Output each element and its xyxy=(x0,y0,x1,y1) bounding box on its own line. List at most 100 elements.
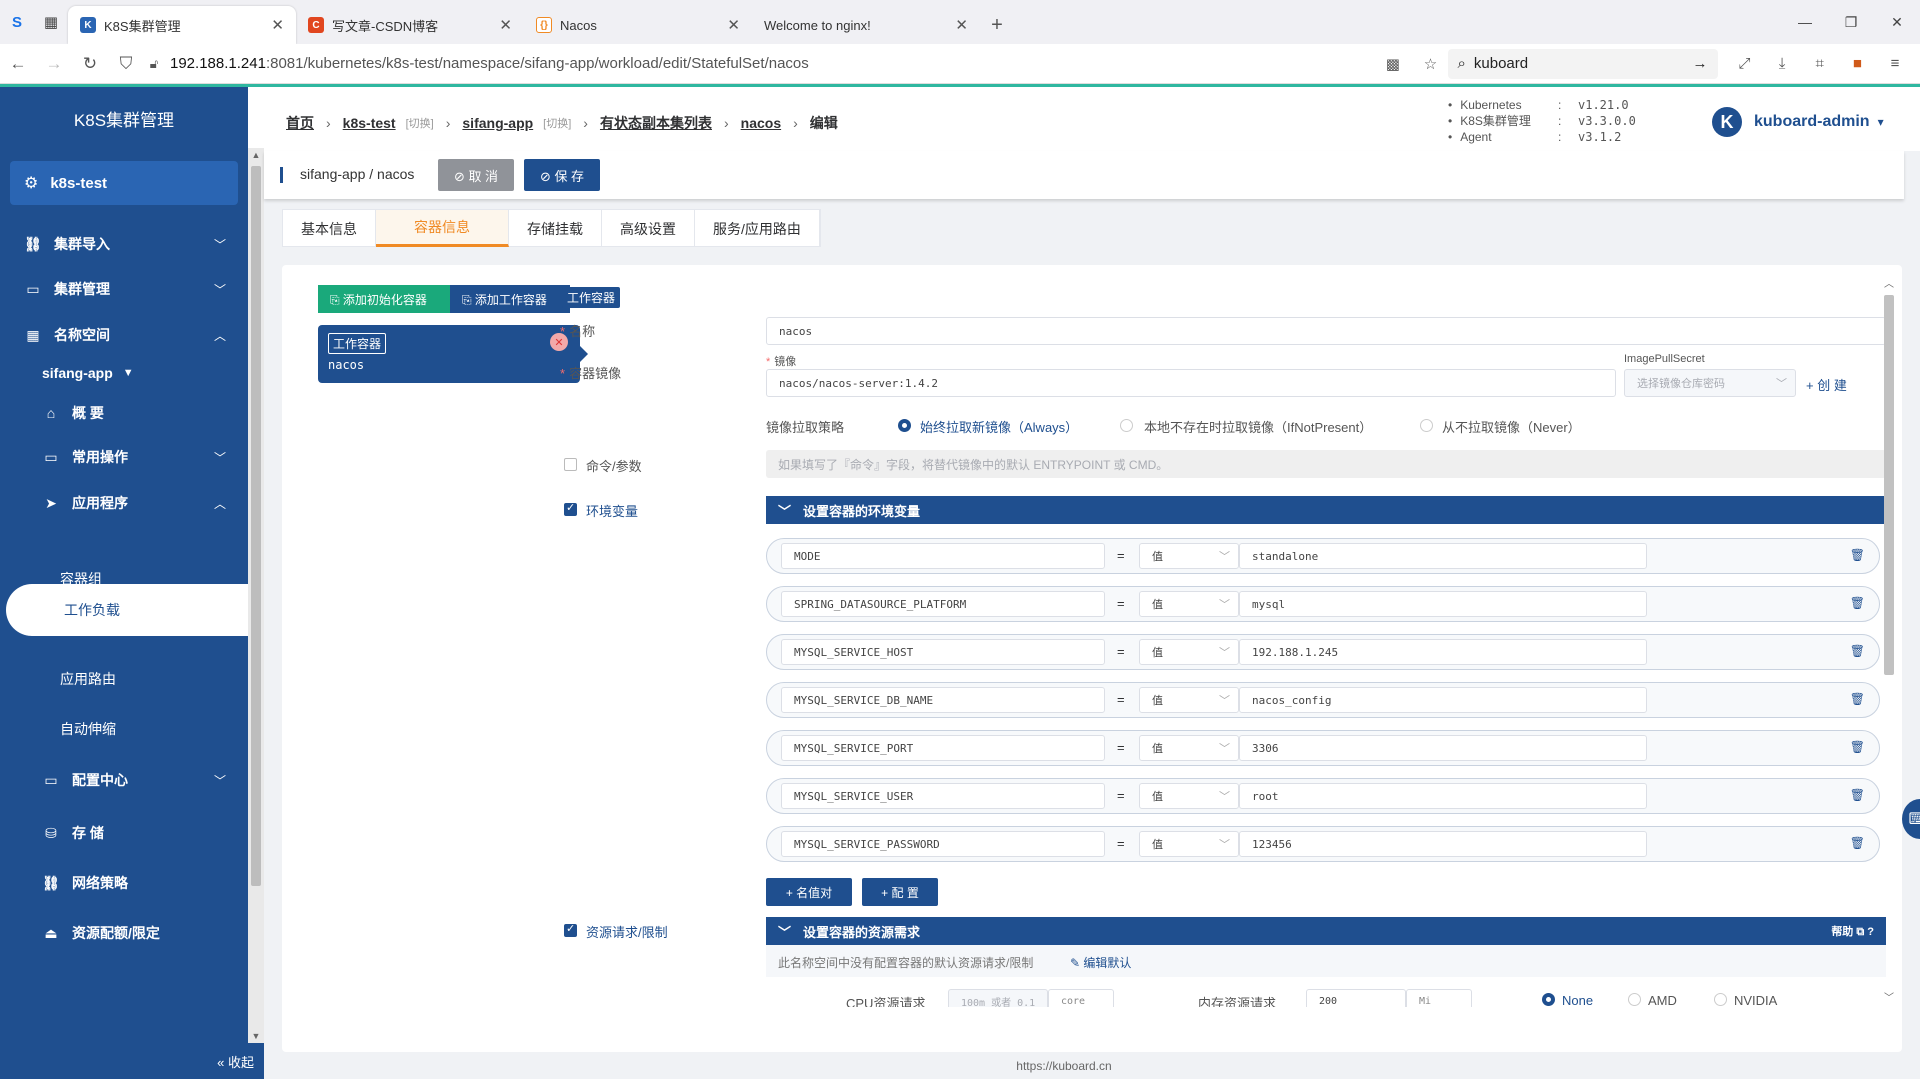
add-kv-button[interactable]: + 名值对 xyxy=(766,878,852,906)
crumb-cluster[interactable]: k8s-test xyxy=(343,115,396,131)
switch-cluster-link[interactable]: [切换] xyxy=(406,115,434,131)
env-key-input[interactable]: MYSQL_SERVICE_USER xyxy=(781,783,1105,809)
gpu-nvidia-radio[interactable] xyxy=(1714,993,1727,1006)
go-arrow-icon[interactable]: → xyxy=(1693,55,1708,72)
browser-tab-nginx[interactable]: Welcome to nginx! ✕ xyxy=(752,6,980,44)
env-value-input[interactable]: 192.188.1.245 xyxy=(1239,639,1647,665)
scroll-thumb[interactable] xyxy=(251,166,261,886)
expand-icon[interactable]: ⤢ xyxy=(1728,55,1762,72)
command-checkbox[interactable] xyxy=(564,458,577,471)
tab-containers[interactable]: 容器信息 xyxy=(376,210,509,247)
namespace-select[interactable]: sifang-app ▼ xyxy=(0,353,248,393)
sidebar-scrollbar[interactable]: ▲ ▼ xyxy=(248,148,264,1043)
sidebar-item-workload[interactable]: 工作负载 xyxy=(6,584,250,636)
env-value-input[interactable]: 123456 xyxy=(1239,831,1647,857)
env-type-select[interactable]: 值 ﹀ xyxy=(1139,639,1239,665)
close-tab-icon[interactable]: ✕ xyxy=(727,16,740,34)
scroll-thumb[interactable] xyxy=(1884,295,1894,675)
trash-icon[interactable]: 🗑︎ xyxy=(1850,692,1865,706)
trash-icon[interactable]: 🗑︎ xyxy=(1850,740,1865,754)
env-key-input[interactable]: MYSQL_SERVICE_PORT xyxy=(781,735,1105,761)
back-icon[interactable]: ← xyxy=(0,46,36,82)
switch-namespace-link[interactable]: [切换] xyxy=(543,115,571,131)
crop-icon[interactable]: ⌗ xyxy=(1803,55,1837,72)
restore-icon[interactable]: ❐ xyxy=(1828,0,1874,44)
sidebar-item-quota[interactable]: ⏏ 资源配额/限定 xyxy=(0,913,248,953)
sidebar-item-ingress[interactable]: 应用路由 xyxy=(0,659,248,699)
env-type-select[interactable]: 值 ﹀ xyxy=(1139,543,1239,569)
shield-icon[interactable]: ⛉ xyxy=(108,46,144,82)
browser-app-icon[interactable]: S xyxy=(0,0,34,44)
add-init-container-button[interactable]: ⎘ 添加初始化容器 xyxy=(318,285,450,313)
command-input[interactable]: 如果填写了『命令』字段，将替代镜像中的默认 ENTRYPOINT 或 CMD。 xyxy=(766,450,1886,478)
trash-icon[interactable]: 🗑︎ xyxy=(1850,644,1865,658)
footer-link[interactable]: https://kuboard.cn xyxy=(264,1059,1920,1079)
env-type-select[interactable]: 值 ﹀ xyxy=(1139,687,1239,713)
env-section-header[interactable]: ﹀ 设置容器的环境变量 xyxy=(766,496,1886,524)
env-value-input[interactable]: nacos_config xyxy=(1239,687,1647,713)
browser-tab-csdn[interactable]: C 写文章-CSDN博客 ✕ xyxy=(296,6,524,44)
close-tab-icon[interactable]: ✕ xyxy=(271,16,284,34)
trash-icon[interactable]: 🗑︎ xyxy=(1850,596,1865,610)
close-window-icon[interactable]: ✕ xyxy=(1874,0,1920,44)
sidebar-item-common-ops[interactable]: ▭ 常用操作 ﹀ xyxy=(0,437,248,477)
sidebar-item-apps[interactable]: ➤ 应用程序 ︿ xyxy=(0,483,248,523)
chat-icon[interactable]: ⌨ xyxy=(1902,799,1920,839)
browser-tab-k8s[interactable]: K K8S集群管理 ✕ xyxy=(68,6,296,44)
tab-basic[interactable]: 基本信息 xyxy=(283,210,376,247)
crumb-list[interactable]: 有状态副本集列表 xyxy=(600,113,712,133)
policy-ifnotpresent-radio[interactable] xyxy=(1120,419,1133,432)
scroll-down-icon[interactable]: ﹀ xyxy=(1884,989,1894,1004)
trash-icon[interactable]: 🗑︎ xyxy=(1850,788,1865,802)
collapse-sidebar-button[interactable]: « 收起 xyxy=(0,1043,264,1079)
qr-code-icon[interactable]: ▩ xyxy=(1376,55,1410,73)
env-key-input[interactable]: SPRING_DATASOURCE_PLATFORM xyxy=(781,591,1105,617)
url-field[interactable]: 192.188.1.241:8081/kubernetes/k8s-test/n… xyxy=(164,48,1376,80)
env-type-select[interactable]: 值 ﹀ xyxy=(1139,783,1239,809)
env-key-input[interactable]: MYSQL_SERVICE_HOST xyxy=(781,639,1105,665)
close-tab-icon[interactable]: ✕ xyxy=(499,16,512,34)
gpu-nvidia-label[interactable]: NVIDIA xyxy=(1734,993,1777,1007)
trash-icon[interactable]: 🗑︎ xyxy=(1850,548,1865,562)
sidebar-item-manage[interactable]: ▭ 集群管理 ﹀ xyxy=(0,269,248,309)
image-input[interactable]: nacos/nacos-server:1.4.2 xyxy=(766,369,1616,397)
tab-service-ingress[interactable]: 服务/应用路由 xyxy=(695,210,820,247)
create-secret-button[interactable]: + 创 建 xyxy=(1806,375,1847,394)
env-key-input[interactable]: MYSQL_SERVICE_PASSWORD xyxy=(781,831,1105,857)
gpu-none-label[interactable]: None xyxy=(1562,993,1593,1007)
reload-icon[interactable]: ↻ xyxy=(72,46,108,82)
search-input[interactable]: ⌕ kuboard → xyxy=(1447,48,1718,79)
policy-ifnotpresent-label[interactable]: 本地不存在时拉取镜像（IfNotPresent） xyxy=(1144,417,1372,436)
sidebar-item-config[interactable]: ▭ 配置中心 ﹀ xyxy=(0,760,248,800)
env-key-input[interactable]: MODE xyxy=(781,543,1105,569)
save-button[interactable]: ⊘ 保 存 xyxy=(524,159,600,191)
new-tab-button[interactable]: + xyxy=(980,6,1014,44)
scroll-up-icon[interactable]: ︿ xyxy=(1884,275,1894,290)
sidebar-item-autoscale[interactable]: 自动伸缩 xyxy=(0,709,248,749)
user-menu[interactable]: K kuboard-admin ▾ xyxy=(1712,107,1884,137)
add-config-button[interactable]: + 配 置 xyxy=(862,878,938,906)
star-icon[interactable]: ☆ xyxy=(1414,55,1448,73)
policy-never-radio[interactable] xyxy=(1420,419,1433,432)
crumb-name[interactable]: nacos xyxy=(741,115,781,131)
env-type-select[interactable]: 值 ﹀ xyxy=(1139,591,1239,617)
container-name-input[interactable]: nacos xyxy=(766,317,1886,345)
panel-scrollbar[interactable]: ︿ ﹀ xyxy=(1882,265,1896,1005)
tab-overview-icon[interactable]: ▦ xyxy=(34,0,68,44)
scroll-down-icon[interactable]: ▼ xyxy=(248,1031,264,1041)
env-type-select[interactable]: 值 ﹀ xyxy=(1139,831,1239,857)
resources-section-header[interactable]: ﹀ 设置容器的资源需求 帮助 ⧉ ? xyxy=(766,917,1886,945)
download-icon[interactable]: ⤓ xyxy=(1765,55,1799,72)
env-value-input[interactable]: 3306 xyxy=(1239,735,1647,761)
minimize-icon[interactable]: — xyxy=(1782,0,1828,44)
resources-checkbox[interactable] xyxy=(564,922,577,937)
gpu-amd-radio[interactable] xyxy=(1628,993,1641,1006)
help-link[interactable]: 帮助 ⧉ ? xyxy=(1831,923,1874,939)
edit-default-link[interactable]: ✎ 编辑默认 xyxy=(1070,954,1131,971)
tab-advanced[interactable]: 高级设置 xyxy=(602,210,695,247)
env-type-select[interactable]: 值 ﹀ xyxy=(1139,735,1239,761)
tab-storage[interactable]: 存储挂载 xyxy=(509,210,602,247)
extension-icon[interactable]: ■ xyxy=(1840,55,1874,72)
crumb-home[interactable]: 首页 xyxy=(286,113,314,133)
gpu-amd-label[interactable]: AMD xyxy=(1648,993,1677,1007)
